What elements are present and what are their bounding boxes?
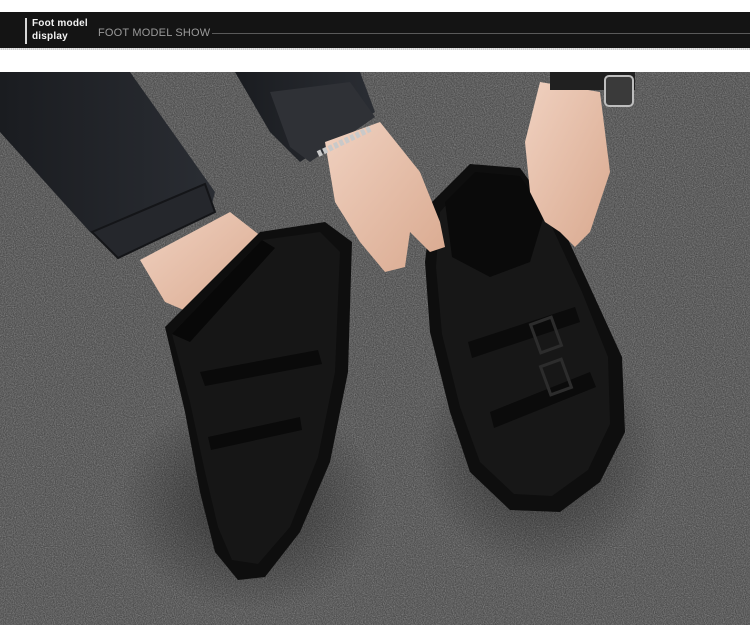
header-accent-bar bbox=[25, 18, 27, 44]
header-title: Foot model display bbox=[32, 18, 88, 42]
photo-illustration bbox=[0, 72, 750, 625]
header-subtitle: FOOT MODEL SHOW bbox=[98, 27, 211, 39]
header-banner: Foot model display FOOT MODEL SHOW bbox=[0, 12, 750, 50]
header-bottom-line bbox=[0, 48, 750, 50]
product-photo bbox=[0, 72, 750, 625]
watch-face bbox=[604, 75, 634, 107]
header-rule bbox=[212, 33, 750, 34]
